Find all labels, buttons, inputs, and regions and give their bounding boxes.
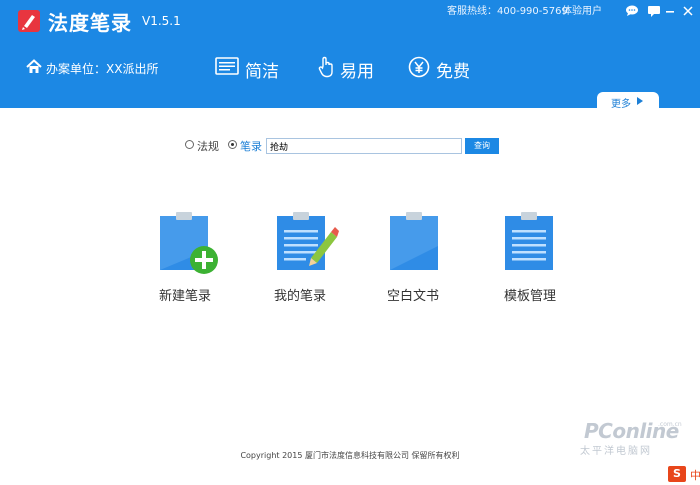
watermark-domain: .com.cn xyxy=(658,421,682,428)
radio-records[interactable] xyxy=(228,140,237,149)
my-records-label: 我的笔录 xyxy=(273,289,326,304)
app-logo-icon xyxy=(18,10,40,32)
app-title: 法度笔录 xyxy=(48,11,132,35)
service-hotline: 客服热线：400-990-5769 xyxy=(447,6,568,17)
feature-label: 易用 xyxy=(340,62,374,82)
play-arrow-icon xyxy=(637,97,643,105)
radio-regulations-label[interactable]: 法规 xyxy=(197,138,219,154)
watermark-subtext: 太平洋电脑网 xyxy=(580,446,652,457)
template-management-label: 模板管理 xyxy=(503,289,556,304)
keyboard-icon xyxy=(215,57,239,75)
new-record-icon xyxy=(160,212,218,274)
search-button[interactable]: 查询 xyxy=(465,138,499,154)
blank-document-icon xyxy=(390,212,438,270)
search-input[interactable] xyxy=(266,138,462,154)
more-label: 更多 xyxy=(611,99,631,110)
home-icon xyxy=(26,59,42,73)
unit-value: XX派出所 xyxy=(106,62,159,76)
close-icon[interactable] xyxy=(678,1,698,21)
more-tab[interactable]: 更多 xyxy=(597,92,659,110)
unit-label: 办案单位： xyxy=(46,62,107,76)
feature-label: 简洁 xyxy=(245,62,279,82)
my-records-icon xyxy=(277,212,339,270)
search-area: 法规 笔录 查询 xyxy=(0,137,700,157)
chat-icon[interactable] xyxy=(622,1,642,21)
radio-regulations[interactable] xyxy=(185,140,194,149)
feature-label: 免费 xyxy=(436,62,470,82)
watermark: PConline .com.cn 太平洋电脑网 xyxy=(578,417,682,457)
my-records-button[interactable]: 我的笔录 xyxy=(245,210,355,310)
template-management-button[interactable]: 模板管理 xyxy=(475,210,585,310)
app-version: V1.5.1 xyxy=(142,14,181,28)
template-icon xyxy=(505,212,553,270)
minimize-icon[interactable] xyxy=(660,1,680,21)
yen-icon xyxy=(408,56,430,78)
blank-document-button[interactable]: 空白文书 xyxy=(358,210,468,310)
radio-records-label[interactable]: 笔录 xyxy=(240,138,262,154)
header: 法度笔录 V1.5.1 客服热线：400-990-5769 体验用户 办案单位：… xyxy=(0,0,700,110)
new-record-label: 新建笔录 xyxy=(158,289,211,304)
ime-badge-icon[interactable]: S xyxy=(668,466,686,482)
user-type-link[interactable]: 体验用户 xyxy=(562,2,602,17)
ime-mode[interactable]: 中 xyxy=(690,467,700,483)
blank-document-label: 空白文书 xyxy=(386,289,439,304)
new-record-button[interactable]: 新建笔录 xyxy=(130,210,240,310)
hand-pointer-icon xyxy=(318,56,333,78)
